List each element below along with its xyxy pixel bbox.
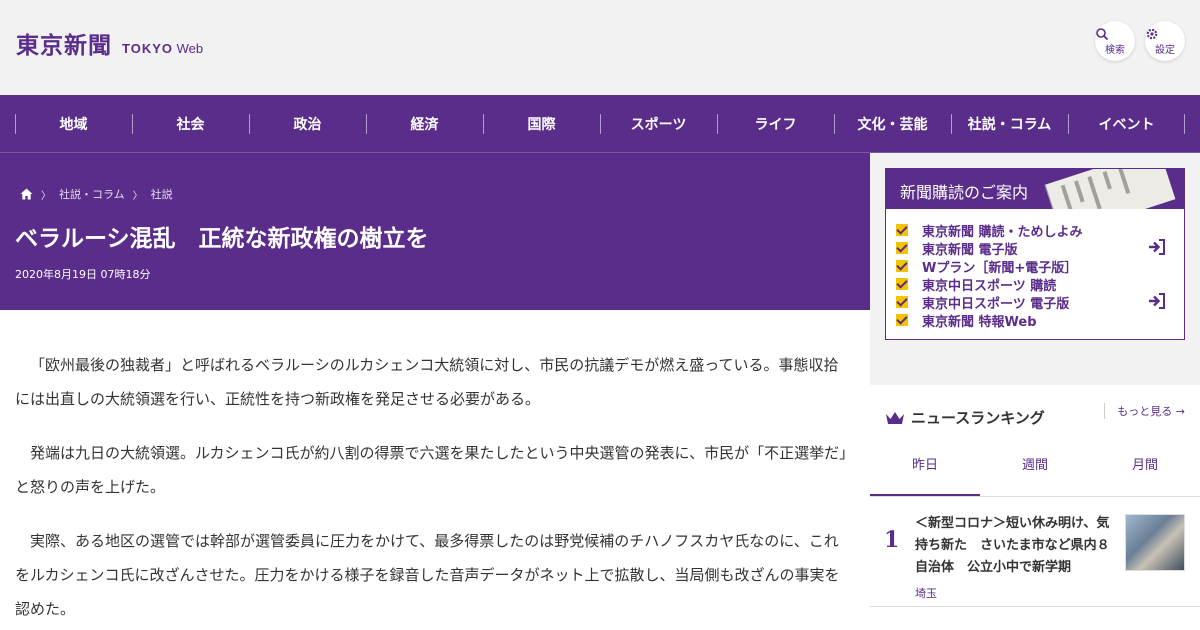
article-date: 2020年8月19日 07時18分 [15, 268, 151, 281]
nav-item-sports[interactable]: スポーツ [600, 95, 717, 152]
ranking-tabs: 昨日 週間 月間 [870, 435, 1200, 497]
subscription-link[interactable]: 東京新聞 購読・ためしよみ [896, 221, 1184, 240]
nav-item-international[interactable]: 国際 [483, 95, 600, 152]
check-icon [896, 278, 908, 290]
ranking-title: ニュースランキング [911, 409, 1045, 427]
article-paragraph: 「欧州最後の独裁者」と呼ばれるベラルーシのルカシェンコ大統領に対し、市民の抗議デ… [15, 356, 839, 408]
subscription-heading: 新聞購読のご案内 [886, 169, 1184, 209]
subscription-link[interactable]: 東京新聞 電子版 [896, 239, 1184, 258]
nav-item-culture[interactable]: 文化・芸能 [834, 95, 951, 152]
nav-item-politics[interactable]: 政治 [249, 95, 366, 152]
login-arrow-icon[interactable] [1148, 293, 1166, 309]
site-logo[interactable]: 東京新聞 TOKYO Web [16, 26, 203, 60]
breadcrumb-editorial[interactable]: 社説 [151, 186, 173, 202]
nav-item-editorial[interactable]: 社説・コラム [951, 95, 1068, 152]
ranking-headline[interactable]: ＜新型コロナ＞短い休み明け、気持ち新た さいたま市など県内８自治体 公立小中で新… [915, 513, 1115, 579]
logo-english: TOKYO Web [122, 41, 204, 56]
nav-item-life[interactable]: ライフ [717, 95, 834, 152]
check-icon [896, 314, 908, 326]
login-arrow-icon[interactable] [1148, 239, 1166, 255]
newspaper-image [1044, 169, 1176, 209]
nav-item-economy[interactable]: 経済 [366, 95, 483, 152]
article-paragraph: 実際、ある地区の選管では幹部が選管委員に圧力をかけて、最多得票したのは野党候補の… [15, 532, 840, 618]
article-paragraph: 発端は九日の大統領選。ルカシェンコ氏が約八割の得票で六選を果たしたという中央選管… [15, 444, 847, 496]
nav-item-events[interactable]: イベント [1068, 95, 1185, 152]
rank-number: 1 [884, 527, 900, 553]
search-icon [1096, 28, 1109, 41]
tab-yesterday[interactable]: 昨日 [870, 435, 980, 496]
subscription-link[interactable]: Wプラン［新聞+電子版］ [896, 257, 1184, 276]
check-icon [896, 296, 908, 308]
nav-item-region[interactable]: 地域 [15, 95, 132, 152]
gear-icon [1146, 28, 1158, 40]
ranking-thumbnail[interactable] [1125, 514, 1185, 571]
article-body: 「欧州最後の独裁者」と呼ばれるベラルーシのルカシェンコ大統領に対し、市民の抗議デ… [0, 310, 870, 630]
sidebar: 新聞購読のご案内 東京新聞 購読・ためしよみ 東京新聞 電子版 Wプラン［新聞+… [870, 153, 1200, 630]
search-button[interactable]: 検索 [1095, 21, 1135, 61]
check-icon [896, 224, 908, 236]
ranking-category[interactable]: 埼玉 [915, 585, 937, 601]
page-title: ベラルーシ混乱 正統な新政権の樹立を [15, 226, 429, 252]
ranking-item[interactable]: 1 ＜新型コロナ＞短い休み明け、気持ち新た さいたま市など県内８自治体 公立小中… [870, 497, 1200, 607]
home-icon[interactable] [20, 188, 33, 200]
news-ranking: ニュースランキング もっと見る → 昨日 週間 月間 1 ＜新型コロナ＞短い休み… [870, 385, 1200, 630]
tab-monthly[interactable]: 月間 [1090, 435, 1200, 496]
breadcrumb-editorial-column[interactable]: 社説・コラム [59, 186, 125, 202]
main-nav: 地域 社会 政治 経済 国際 スポーツ ライフ 文化・芸能 社説・コラム イベン… [0, 95, 1200, 153]
site-header: 東京新聞 TOKYO Web 検索 設定 [0, 0, 1200, 95]
check-icon [896, 260, 908, 272]
logo-japanese: 東京新聞 [16, 32, 112, 59]
article-header: 〉 社説・コラム 〉 社説 ベラルーシ混乱 正統な新政権の樹立を 2020年8月… [0, 153, 870, 310]
tab-weekly[interactable]: 週間 [980, 435, 1090, 496]
check-icon [896, 242, 908, 254]
subscription-link[interactable]: 東京中日スポーツ 電子版 [896, 293, 1184, 312]
settings-label: 設定 [1155, 45, 1175, 56]
breadcrumb-separator: 〉 [41, 190, 51, 202]
nav-item-society[interactable]: 社会 [132, 95, 249, 152]
more-link[interactable]: もっと見る → [1104, 403, 1185, 419]
crown-icon [886, 411, 904, 424]
subscription-link[interactable]: 東京新聞 特報Web [896, 311, 1184, 330]
search-label: 検索 [1105, 45, 1125, 56]
subscription-link[interactable]: 東京中日スポーツ 購読 [896, 275, 1184, 294]
subscription-box: 新聞購読のご案内 東京新聞 購読・ためしよみ 東京新聞 電子版 Wプラン［新聞+… [885, 168, 1185, 340]
breadcrumb: 〉 社説・コラム 〉 社説 [20, 186, 173, 202]
settings-button[interactable]: 設定 [1145, 21, 1185, 61]
breadcrumb-separator: 〉 [132, 190, 143, 202]
arrow-right-icon: → [1175, 405, 1185, 418]
